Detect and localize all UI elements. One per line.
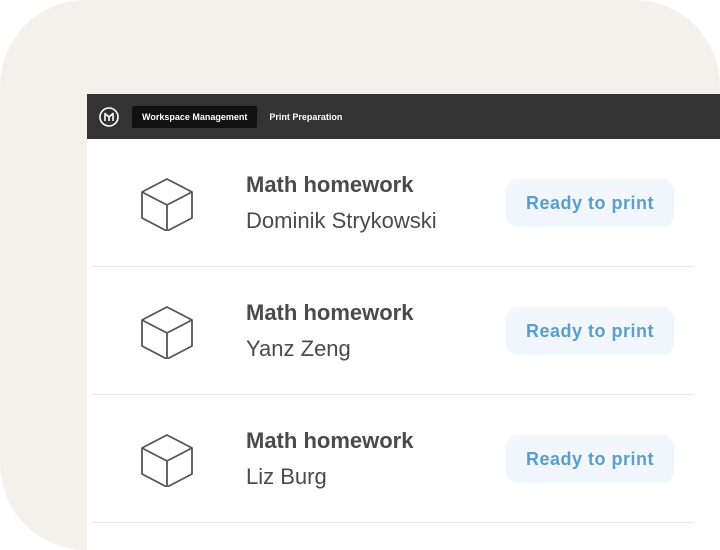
status-badge: Ready to print	[506, 179, 674, 227]
job-title: Math homework	[246, 300, 414, 325]
printer-logo-icon[interactable]	[99, 106, 119, 127]
job-list-item[interactable]: Math homework Yanz Zeng Ready to print	[91, 267, 694, 395]
job-list-item[interactable]: Math homework Liz Burg Ready to print	[91, 395, 694, 523]
job-title: Math homework	[246, 172, 414, 197]
app-window: Workspace Management Print Preparation M…	[87, 94, 720, 550]
job-list-item[interactable]: Math homework Dominik Strykowski Ready t…	[91, 139, 694, 267]
job-user: Liz Burg	[246, 464, 327, 489]
cube-icon	[140, 177, 194, 232]
job-title: Math homework	[246, 428, 414, 453]
cube-icon	[140, 305, 194, 360]
status-badge: Ready to print	[506, 435, 674, 483]
cube-icon	[140, 433, 194, 488]
status-badge: Ready to print	[506, 307, 674, 355]
tab-workspace-management[interactable]: Workspace Management	[132, 105, 258, 128]
job-user: Dominik Strykowski	[246, 208, 437, 233]
tab-print-preparation[interactable]: Print Preparation	[259, 106, 352, 128]
top-nav-bar: Workspace Management Print Preparation	[87, 94, 720, 139]
job-user: Yanz Zeng	[246, 336, 351, 361]
